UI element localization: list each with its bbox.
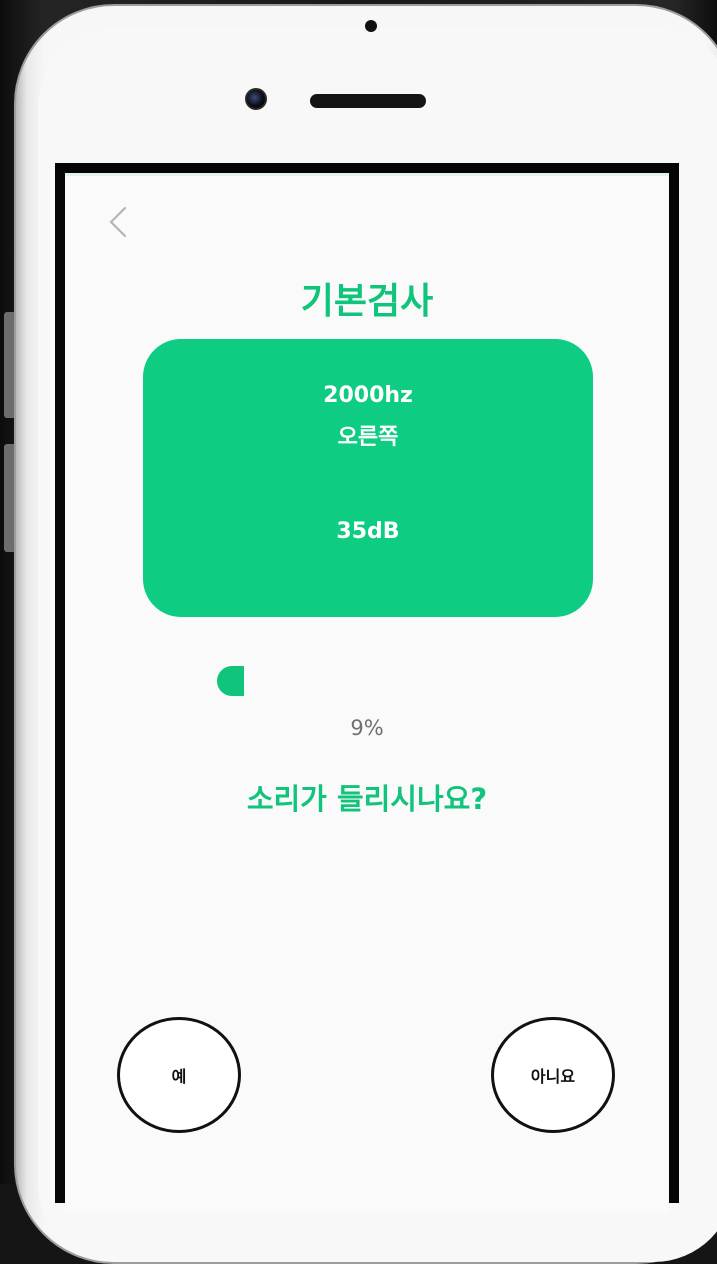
progress-bar-fill	[217, 666, 244, 696]
app-screen: 기본검사 2000hz 오른쪽 35dB 9% 소리가 들리시나요? 예 아니요	[65, 173, 669, 1213]
hearing-question: 소리가 들리시나요?	[246, 782, 488, 816]
progress-bar	[217, 666, 517, 696]
earpiece-speaker	[310, 94, 426, 108]
screen-bezel: 기본검사 2000hz 오른쪽 35dB 9% 소리가 들리시나요? 예 아니요	[55, 163, 679, 1213]
page-title: 기본검사	[300, 281, 434, 322]
proximity-sensor	[365, 20, 377, 32]
progress-percent: 9%	[350, 716, 384, 740]
yes-button[interactable]: 예	[117, 1017, 241, 1133]
decibel-level-label: 35dB	[336, 519, 400, 544]
front-camera	[245, 88, 267, 110]
no-button[interactable]: 아니요	[491, 1017, 615, 1133]
ear-side-label: 오른쪽	[337, 425, 399, 450]
test-info-card: 2000hz 오른쪽 35dB	[143, 339, 593, 617]
chevron-left-icon[interactable]	[105, 204, 131, 240]
frequency-label: 2000hz	[323, 383, 413, 408]
